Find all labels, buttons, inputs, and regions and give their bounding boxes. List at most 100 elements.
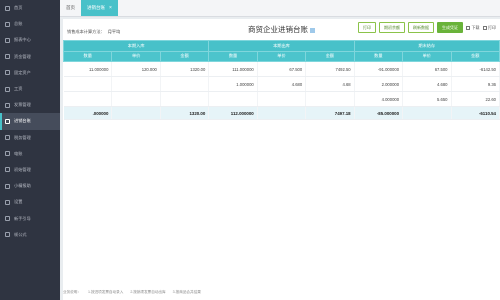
sidebar-item-ledger-general[interactable]: 总账: [0, 16, 60, 32]
sidebar-item-label: 固定资产: [14, 69, 31, 75]
sidebar-item-guide[interactable]: 新手引导: [0, 210, 60, 226]
formula-icon: [5, 232, 10, 238]
table-cell: 5.650: [402, 91, 452, 107]
sidebar-item-inventory-ledger[interactable]: 进销台账: [0, 113, 60, 130]
sidebar-item-label: 帧公式: [14, 231, 27, 237]
sidebar-item-label: 资金管理: [14, 53, 31, 59]
file-icon: [5, 151, 10, 157]
total-cell: [257, 106, 307, 120]
download-button[interactable]: 下载: [466, 25, 480, 31]
group-header-outbound: 本期出库: [208, 40, 355, 52]
sidebar-item-label: 首页: [14, 5, 23, 11]
sidebar-item-label: 进销台账: [14, 118, 31, 124]
ledger-icon: [5, 118, 10, 124]
opening-balance-button[interactable]: 期初余额: [379, 22, 405, 33]
invoice-icon: [5, 102, 10, 108]
generate-voucher-button[interactable]: 生成凭证: [437, 22, 463, 33]
sidebar: 首页 总账 报表中心 资金管理 固定资产 工资 发票管理 进销台账 税务管理 电…: [0, 0, 60, 300]
salary-icon: [5, 86, 10, 92]
sidebar-item-label: 报表中心: [14, 37, 31, 43]
sidebar-item-formula[interactable]: 帧公式: [0, 227, 60, 243]
gear-icon: [5, 199, 10, 205]
footer-note: 2.按销项发票自动出库: [130, 290, 166, 294]
edit-icon[interactable]: [310, 27, 315, 33]
guide-icon: [5, 216, 10, 222]
total-cell: -6110.54: [451, 106, 500, 120]
home-icon: [5, 5, 10, 11]
tax-icon: [5, 135, 10, 141]
sidebar-item-reports[interactable]: 报表中心: [0, 32, 60, 48]
total-cell: [402, 106, 452, 120]
group-header-row: 本期入库 本期出库 期末结存: [62, 40, 500, 52]
table-cell: 9.36: [451, 76, 500, 92]
column-header: 单价: [111, 50, 161, 62]
sidebar-item-label: 工资: [14, 86, 23, 92]
table-cell: [208, 91, 258, 107]
footer-notes: 业务说明： 1.按进项发票自动录入 2.按销项发票自动出库 3.按商品合并结果: [63, 290, 207, 295]
ledger-table: 本期入库 本期出库 期末结存 数量 单价 金额 数量 单价 金额 数量 单价 金…: [62, 40, 500, 120]
footer-note: 3.按商品合并结果: [172, 290, 201, 294]
table-row[interactable]: 1.000000 4.680 4.68 2.000000 4.680 9.36: [63, 76, 500, 92]
column-header: 金额: [450, 50, 500, 62]
book-icon: [5, 21, 10, 27]
sidebar-item-fixed-assets[interactable]: 固定资产: [0, 65, 60, 81]
refresh-button[interactable]: 刷新数据: [408, 22, 434, 33]
table-cell: [63, 91, 113, 107]
total-cell: 112.000000: [208, 106, 258, 120]
footer-note: 业务说明：: [63, 290, 81, 294]
sidebar-item-invoices[interactable]: 发票管理: [0, 97, 60, 113]
tab-inventory-ledger[interactable]: 进销台账 ×: [81, 0, 118, 16]
total-cell: [111, 106, 161, 120]
print-toolbar-button[interactable]: 打印: [482, 25, 496, 31]
cost-method-value[interactable]: 月平均: [108, 29, 121, 34]
setup-icon: [5, 167, 10, 173]
asset-icon: [5, 70, 10, 76]
table-cell: [305, 91, 355, 107]
sidebar-item-settings[interactable]: 设置: [0, 194, 60, 210]
sidebar-item-tax[interactable]: 税务管理: [0, 130, 60, 146]
table-cell: 111.000000: [208, 61, 258, 77]
table-row[interactable]: 11.000000 120.000 1320.00 111.000000 67.…: [63, 61, 500, 77]
column-header: 金额: [159, 50, 210, 62]
group-header-inbound: 本期入库: [62, 40, 210, 52]
table-cell: 67.500: [257, 61, 307, 77]
table-cell: 2.000000: [354, 76, 404, 92]
table-cell: 67.500: [402, 61, 452, 77]
sidebar-item-label: 电账: [14, 150, 23, 156]
download-label: 下载: [471, 24, 480, 30]
print-button[interactable]: 打印: [358, 22, 376, 33]
download-icon: [466, 25, 470, 30]
cost-method: 销售成本计算方法： 月平均: [67, 29, 120, 35]
sidebar-item-files[interactable]: 电账: [0, 146, 60, 162]
table-cell: 1320.00: [160, 61, 210, 77]
page-title-text: 商贸企业进销台账: [248, 25, 308, 34]
table-cell: [63, 76, 113, 92]
printer-icon: [482, 25, 487, 30]
table-cell: 7492.50: [305, 61, 355, 77]
table-cell: -6142.50: [451, 61, 500, 77]
table-row[interactable]: 4.000000 5.650 22.60: [63, 91, 500, 107]
sidebar-item-salary[interactable]: 工资: [0, 81, 60, 97]
sidebar-item-label: 小精报助: [14, 183, 31, 189]
sidebar-item-label: 发票管理: [14, 102, 31, 108]
table-cell: 120.000: [111, 61, 161, 77]
sidebar-item-helper[interactable]: 小精报助: [0, 178, 60, 194]
table-cell: [111, 91, 161, 107]
table-cell: [111, 76, 161, 92]
sidebar-item-label: 税务管理: [14, 134, 31, 140]
sidebar-item-home[interactable]: 首页: [0, 0, 60, 16]
sidebar-item-setup[interactable]: 初始管理: [0, 162, 60, 178]
table-cell: 4.680: [257, 76, 307, 92]
close-icon[interactable]: ×: [109, 5, 112, 11]
table-cell: 4.68: [305, 76, 355, 92]
ledger-panel: 商贸企业进销台账 销售成本计算方法： 月平均 打印 期初余额 刷新数据 生成凭证 …: [62, 19, 500, 300]
footer-note: 1.按进项发票自动录入: [87, 290, 124, 294]
tab-home[interactable]: 首页: [60, 0, 81, 16]
tab-bar: 首页 进销台账 ×: [60, 0, 500, 17]
table-cell: [160, 76, 210, 92]
group-header-ending: 期末结存: [353, 40, 500, 52]
sidebar-item-label: 新手引导: [14, 215, 31, 221]
sidebar-item-funds[interactable]: 资金管理: [0, 49, 60, 65]
column-header: 数量: [62, 50, 113, 62]
table-cell: [160, 91, 210, 107]
